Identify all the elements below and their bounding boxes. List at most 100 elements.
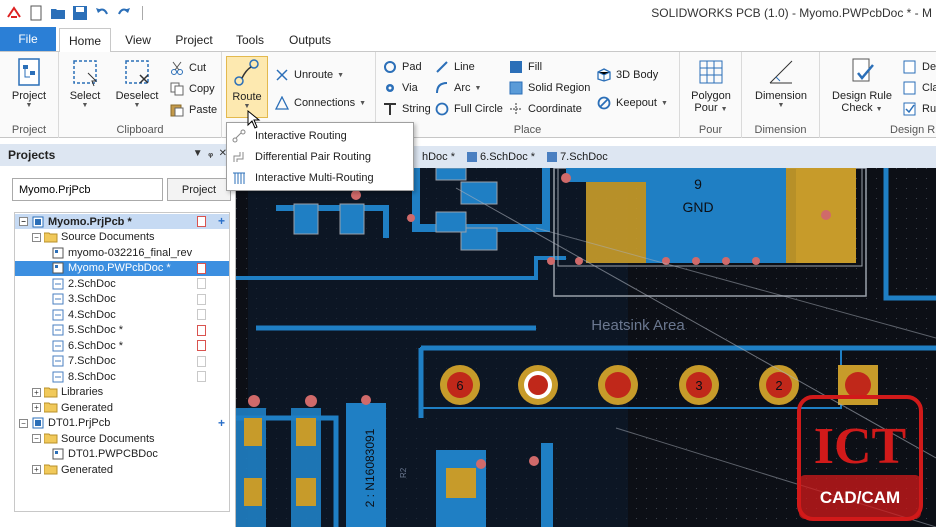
chevron-down-icon: ▼ [133, 102, 141, 109]
tree-document-item[interactable]: 3.SchDoc [15, 292, 229, 307]
tree-expander-icon[interactable]: − [32, 434, 41, 443]
folder-file-icon [44, 464, 58, 476]
tree-document-item[interactable]: 8.SchDoc [15, 369, 229, 384]
classes-button[interactable]: Cla [902, 79, 936, 97]
tree-expander-icon[interactable]: − [19, 217, 28, 226]
menu-item-interactive-multi-routing[interactable]: Interactive Multi-Routing [227, 167, 413, 188]
tree-document-item[interactable]: 4.SchDoc [15, 307, 229, 322]
rules-icon [902, 59, 918, 75]
document-status-icon [197, 324, 207, 336]
solid-region-button[interactable]: Solid Region [508, 79, 590, 97]
tree-item-label: DT01.PWPCBDoc [68, 448, 158, 460]
document-status-icon [197, 309, 207, 320]
solidworks-logo-icon [6, 5, 22, 21]
connections-button[interactable]: Connections ▼ [274, 94, 366, 112]
line-icon [434, 59, 450, 75]
3d-body-button[interactable]: 3D Body [596, 66, 658, 84]
tree-item-label: Source Documents [61, 231, 155, 243]
tab-6-schdoc[interactable]: 6.SchDoc * [461, 151, 541, 163]
tree-expander-icon[interactable]: + [32, 387, 41, 397]
tab-hdoc[interactable]: hDoc * [416, 151, 461, 163]
tree-project-item[interactable]: − DT01.PrjPcb + [15, 416, 229, 431]
schematic-doc-icon [547, 152, 558, 162]
pcb-file-icon [51, 247, 65, 259]
folder-file-icon [44, 402, 58, 414]
undo-icon[interactable] [94, 5, 110, 21]
tree-item-label: 2.SchDoc [68, 277, 116, 290]
arc-button[interactable]: Arc ▼ [434, 79, 481, 97]
project-search-input[interactable] [12, 178, 163, 201]
panel-pin-icon[interactable]: ▼ ᵩ ✕ [193, 148, 227, 159]
fill-button[interactable]: Fill [508, 58, 542, 76]
paste-button[interactable]: Paste [169, 101, 217, 119]
route-button[interactable]: Route ▼ [226, 56, 268, 118]
rule-wizard-button[interactable]: Ru [902, 100, 936, 118]
menu-item-differential-pair-routing[interactable]: Differential Pair Routing [227, 146, 413, 167]
tab-project[interactable]: Project [168, 28, 220, 52]
design-rules-button[interactable]: De [902, 58, 936, 76]
title-bar: SOLIDWORKS PCB (1.0) - Myomo.PWPcbDoc * … [0, 0, 936, 26]
cut-button[interactable]: Cut [169, 59, 206, 77]
copy-button[interactable]: Copy [169, 80, 215, 98]
dimension-group: Dimension ▼ Dimension [742, 52, 820, 138]
tree-expander-icon[interactable]: − [19, 418, 28, 428]
tree-document-item[interactable]: 2.SchDoc [15, 276, 229, 291]
design-rule-group: Design Rule Check ▼ De Cla Ru Design R [820, 52, 936, 138]
coordinate-button[interactable]: Coordinate [508, 100, 582, 118]
tab-7-schdoc[interactable]: 7.SchDoc [541, 151, 614, 163]
project-tree[interactable]: − Myomo.PrjPcb * + − Source Documents myomo-0… [14, 212, 230, 512]
interactive-routing-icon [231, 128, 247, 144]
tree-folder-item[interactable]: − Source Documents [15, 431, 229, 446]
deselect-button[interactable]: Deselect ▼ [113, 56, 161, 109]
design-rule-check-button[interactable]: Design Rule Check ▼ [832, 56, 892, 116]
project-button[interactable]: Project [167, 178, 231, 201]
keepout-button[interactable]: Keepout ▼ [596, 94, 668, 112]
tree-expander-icon[interactable]: − [32, 232, 41, 242]
tree-expander-icon[interactable]: + [32, 403, 41, 412]
multi-routing-icon [231, 170, 247, 186]
tab-outputs[interactable]: Outputs [281, 28, 339, 52]
chevron-down-icon: ▼ [359, 99, 367, 107]
document-status-icon [197, 216, 207, 227]
tree-item-label: 5.SchDoc * [68, 324, 124, 336]
redo-icon[interactable] [116, 5, 132, 21]
pad-button[interactable]: Pad [382, 58, 422, 76]
save-icon[interactable] [72, 5, 88, 21]
tree-folder-item[interactable]: + Libraries [15, 385, 229, 400]
select-button[interactable]: Select ▼ [61, 56, 109, 109]
chevron-down-icon: ▼ [81, 102, 89, 109]
sch-file-icon [51, 355, 65, 367]
tree-document-item[interactable]: 6.SchDoc * [15, 338, 229, 353]
unroute-button[interactable]: Unroute ▼ [274, 66, 344, 84]
line-button[interactable]: Line [434, 58, 475, 76]
schematic-doc-icon [467, 152, 478, 162]
file-menu-button[interactable]: File [0, 27, 56, 51]
tree-document-item[interactable]: Myomo.PWPcbDoc * [15, 260, 229, 276]
via-button[interactable]: Via [382, 79, 418, 97]
project-button[interactable]: Project ▼ [5, 56, 53, 109]
dimension-button[interactable]: Dimension ▼ [755, 56, 807, 109]
add-document-icon[interactable]: + [218, 416, 225, 430]
tree-folder-item[interactable]: − Source Documents [15, 230, 229, 245]
tab-view[interactable]: View [114, 28, 162, 52]
tab-home[interactable]: Home [59, 28, 111, 53]
tree-document-item[interactable]: 7.SchDoc [15, 354, 229, 369]
tab-tools[interactable]: Tools [226, 28, 274, 52]
tree-document-item[interactable]: DT01.PWPCBDoc [15, 447, 229, 462]
new-document-icon[interactable] [28, 5, 44, 21]
tree-expander-icon[interactable]: + [32, 465, 41, 474]
tree-folder-item[interactable]: + Generated [15, 400, 229, 415]
sch-file-icon [51, 324, 65, 336]
tree-document-item[interactable]: 5.SchDoc * [15, 323, 229, 338]
tree-folder-item[interactable]: + Generated [15, 462, 229, 477]
open-folder-icon[interactable] [50, 5, 66, 21]
pad-icon [382, 59, 398, 75]
tree-document-item[interactable]: myomo-032216_final_rev [15, 245, 229, 260]
polygon-pour-button[interactable]: Polygon Pour ▼ [687, 56, 735, 116]
string-button[interactable]: String [382, 100, 431, 118]
full-circle-button[interactable]: Full Circle [434, 100, 503, 118]
solid-region-icon [508, 80, 524, 96]
tree-item-label: 3.SchDoc [68, 293, 116, 305]
add-document-icon[interactable]: + [218, 214, 225, 228]
tree-project-item[interactable]: − Myomo.PrjPcb * + [15, 214, 229, 229]
